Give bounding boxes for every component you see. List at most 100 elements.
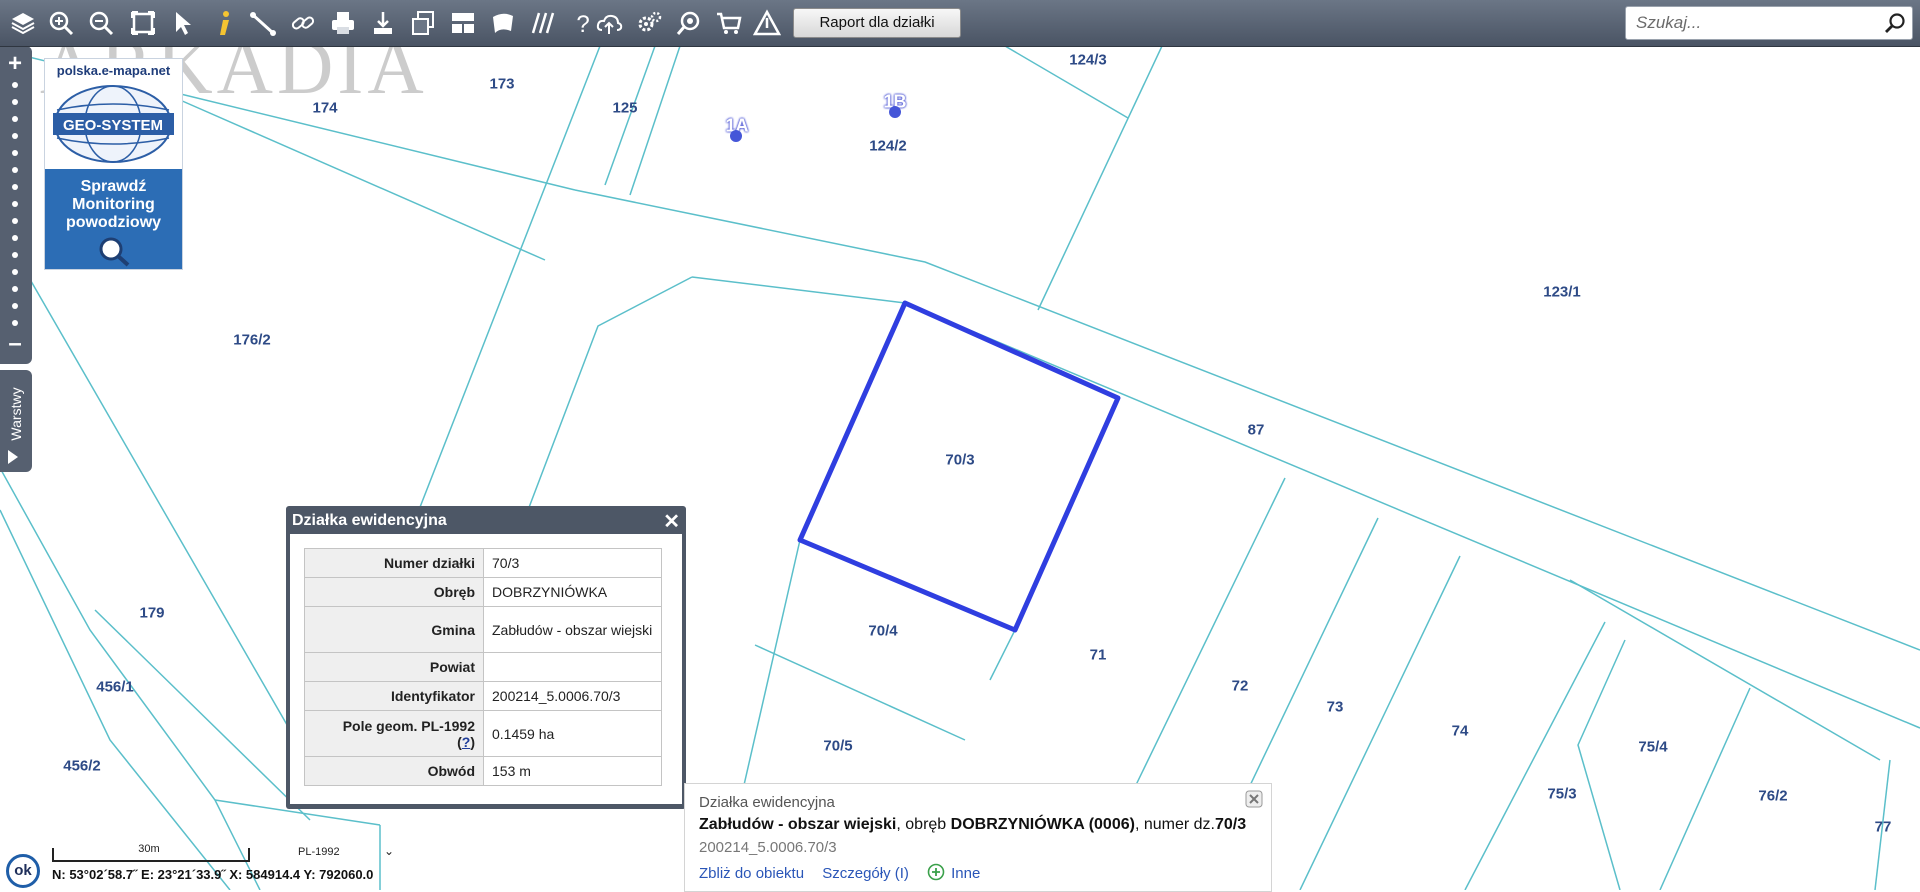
- attribute-value: 200214_5.0006.70/3: [483, 681, 662, 711]
- copy-layers-icon[interactable]: [406, 6, 440, 40]
- survey-point-marker[interactable]: [889, 106, 901, 118]
- attribute-key: Numer działki: [304, 548, 484, 578]
- zoom-level-dot[interactable]: [12, 184, 18, 190]
- zoom-level-dot[interactable]: [12, 116, 18, 122]
- parcel-label[interactable]: 72: [1232, 678, 1249, 695]
- desc-text: , obręb: [896, 816, 951, 833]
- crs-select[interactable]: PL-1992: [298, 846, 340, 858]
- close-dialog-button[interactable]: ✕: [663, 509, 680, 534]
- dialog-body: Numer działki 70/3 Obręb DOBRZYNIÓWKA Gm…: [290, 534, 682, 804]
- zoom-level-dot[interactable]: [12, 218, 18, 224]
- parcel-label[interactable]: 125: [612, 100, 637, 117]
- parcel-label[interactable]: 75/4: [1638, 739, 1667, 756]
- zoom-to-object-link[interactable]: Zbliż do obiektu: [699, 865, 804, 882]
- measure-distance-icon[interactable]: [246, 6, 280, 40]
- feature-info-popup: Działka ewidencyjna Zabłudów - obszar wi…: [684, 783, 1272, 892]
- zoom-level-dot[interactable]: [12, 269, 18, 275]
- parcel-label[interactable]: 77: [1875, 819, 1892, 836]
- zoom-in-icon[interactable]: [44, 6, 78, 40]
- desc-text: , numer dz.: [1134, 816, 1215, 833]
- zoom-slider[interactable]: + –: [0, 46, 32, 364]
- attribute-key: Pole geom. PL-1992: [342, 717, 475, 734]
- zoom-level-dot[interactable]: [12, 201, 18, 207]
- parcel-label[interactable]: 179: [139, 605, 164, 622]
- draw-polygon-icon[interactable]: [486, 6, 520, 40]
- warning-icon[interactable]: [750, 6, 784, 40]
- zoom-level-dot[interactable]: [12, 320, 18, 326]
- parcel-label[interactable]: 173: [489, 76, 514, 93]
- zoom-level-dot[interactable]: [12, 133, 18, 139]
- zoom-in-button[interactable]: +: [0, 50, 30, 78]
- cloud-upload-icon[interactable]: [592, 6, 626, 40]
- parcel-label[interactable]: 74: [1452, 723, 1469, 740]
- geo-system-logo[interactable]: polska.e-mapa.net GEO-SYSTEM Sprawdź Mon…: [44, 58, 183, 270]
- zoom-level-dot[interactable]: [12, 150, 18, 156]
- parcel-label[interactable]: 124/3: [1069, 52, 1107, 69]
- cart-icon[interactable]: [712, 6, 746, 40]
- parcel-label[interactable]: 70/4: [868, 623, 897, 640]
- attribute-key: Gmina: [304, 606, 484, 653]
- parcel-report-button[interactable]: Raport dla działki: [793, 8, 961, 38]
- parcel-label[interactable]: 71: [1090, 647, 1107, 664]
- link-icon[interactable]: [286, 6, 320, 40]
- zoom-level-dot[interactable]: [12, 82, 18, 88]
- scale-bar: [52, 848, 250, 862]
- search-input[interactable]: [1634, 7, 1878, 39]
- magnifier-map-icon: [99, 237, 129, 267]
- zoom-out-button[interactable]: –: [0, 330, 30, 358]
- full-extent-icon[interactable]: [126, 6, 160, 40]
- parcel-label[interactable]: 76/2: [1758, 788, 1787, 805]
- settings-gears-icon[interactable]: [632, 6, 666, 40]
- survey-point-marker[interactable]: [730, 130, 742, 142]
- layers-panel-toggle[interactable]: Warstwy: [0, 370, 32, 472]
- parcel-label[interactable]: 124/2: [869, 138, 907, 155]
- attribute-key: Powiat: [304, 652, 484, 682]
- attribute-value: 153 m: [483, 756, 662, 786]
- zoom-level-dot[interactable]: [12, 252, 18, 258]
- zoom-level-dot[interactable]: [12, 303, 18, 309]
- layers-icon[interactable]: [6, 6, 40, 40]
- svg-text:?: ?: [576, 11, 589, 37]
- hatching-icon[interactable]: [526, 6, 560, 40]
- parcel-label[interactable]: 75/3: [1547, 786, 1576, 803]
- parcel-label[interactable]: 73: [1327, 699, 1344, 716]
- attribute-key: Identyfikator: [304, 681, 484, 711]
- table-row: Gmina Zabłudów - obszar wiejski: [304, 606, 662, 653]
- zoom-level-dot[interactable]: [12, 167, 18, 173]
- parcel-label[interactable]: 87: [1248, 422, 1265, 439]
- zoom-level-dot[interactable]: [12, 286, 18, 292]
- table-row: Numer działki 70/3: [304, 548, 662, 578]
- parcel-label[interactable]: 456/1: [96, 679, 134, 696]
- attribute-value: [483, 652, 662, 682]
- other-actions-link[interactable]: Inne: [951, 865, 980, 882]
- info-icon[interactable]: [208, 6, 242, 40]
- attribute-value: DOBRZYNIÓWKA: [483, 577, 662, 607]
- print-icon[interactable]: [326, 6, 360, 40]
- attribute-value: 70/3: [483, 548, 662, 578]
- promo-line: Sprawdź: [80, 178, 147, 195]
- parcel-label[interactable]: 176/2: [233, 332, 271, 349]
- table-row: Obręb DOBRZYNIÓWKA: [304, 577, 662, 607]
- select-arrow-icon[interactable]: [166, 6, 200, 40]
- parcel-label-selected[interactable]: 70/3: [945, 452, 974, 469]
- help-link[interactable]: ?: [462, 734, 471, 750]
- flood-monitoring-banner[interactable]: Sprawdź Monitoring powodziowy: [45, 169, 182, 269]
- chevron-down-icon[interactable]: ⌄: [384, 844, 394, 858]
- details-link[interactable]: Szczegóły (I): [822, 865, 909, 882]
- ok-status-badge[interactable]: ok: [6, 854, 40, 888]
- feature-identifier: 200214_5.0006.70/3: [699, 839, 837, 856]
- plus-circle-icon[interactable]: [927, 863, 945, 881]
- feature-type: Działka ewidencyjna: [699, 794, 835, 811]
- search-icon[interactable]: [1884, 12, 1906, 34]
- parcel-label[interactable]: 123/1: [1543, 284, 1581, 301]
- parcel-label[interactable]: 456/2: [63, 758, 101, 775]
- close-icon[interactable]: [1245, 790, 1263, 808]
- export-icon[interactable]: [366, 6, 400, 40]
- layout-icon[interactable]: [446, 6, 480, 40]
- zoom-level-dot[interactable]: [12, 99, 18, 105]
- zoom-level-dot[interactable]: [12, 235, 18, 241]
- parcel-label[interactable]: 70/5: [823, 738, 852, 755]
- search-map-icon[interactable]: [672, 6, 706, 40]
- expand-arrow-icon: [8, 450, 18, 464]
- zoom-out-icon[interactable]: [84, 6, 118, 40]
